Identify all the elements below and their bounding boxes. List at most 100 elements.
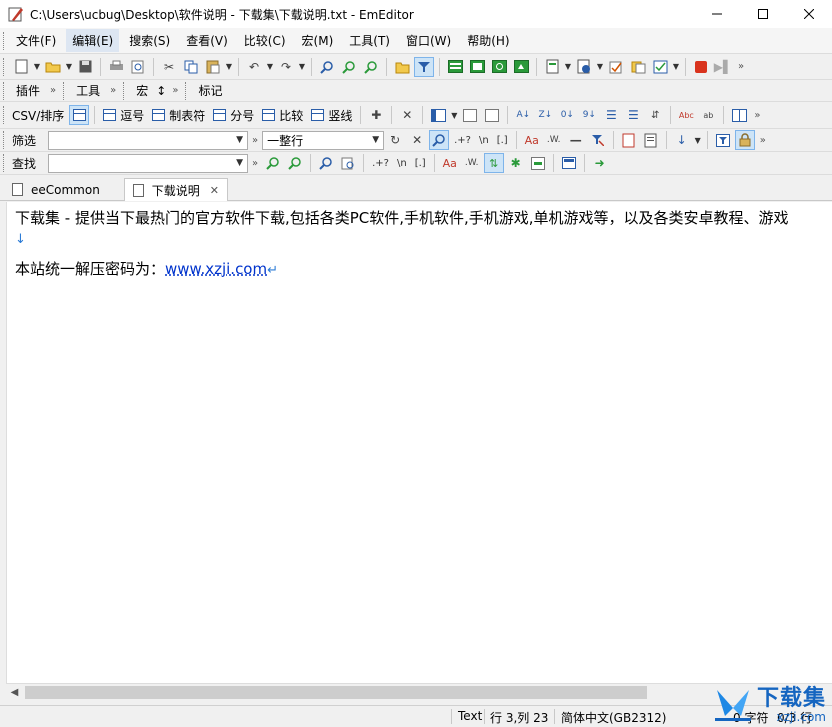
find-highlight-icon[interactable] <box>528 153 548 173</box>
csv-converter-icon[interactable]: ✚ <box>366 105 386 125</box>
find-whole-word-icon[interactable]: .W. <box>462 153 482 173</box>
cut-icon[interactable]: ✂ <box>159 57 179 77</box>
new-file-icon[interactable] <box>11 57 31 77</box>
csv-tab-button[interactable]: 制表符 <box>148 104 209 126</box>
column-tools-icon[interactable]: ✕ <box>397 105 417 125</box>
site-link[interactable]: www.xzji.com <box>165 260 267 278</box>
menu-tools[interactable]: 工具(T) <box>343 29 396 52</box>
toolbar-grip[interactable] <box>3 154 6 172</box>
run-macro-icon[interactable]: ▶▌ <box>713 57 733 77</box>
toolbar-grip[interactable] <box>3 106 6 124</box>
filter-input[interactable]: ▼ <box>48 130 248 150</box>
find-match-case-icon[interactable]: Aa <box>440 153 460 173</box>
spell-check-icon[interactable]: Abc <box>676 105 696 125</box>
find-bar-options-icon[interactable] <box>559 153 579 173</box>
menu-search[interactable]: 搜索(S) <box>123 29 176 52</box>
menu-view[interactable]: 查看(V) <box>180 29 234 52</box>
marks-label[interactable]: 标记 <box>192 82 228 99</box>
close-tab-icon[interactable]: ✕ <box>210 184 219 197</box>
advanced-filter-icon[interactable] <box>713 130 733 150</box>
minimize-button[interactable] <box>694 0 740 28</box>
undo-dropdown-icon[interactable]: ▼ <box>265 62 275 71</box>
word-count-icon[interactable]: ab <box>698 105 718 125</box>
filter-search-icon[interactable] <box>429 130 450 150</box>
customize-icon[interactable] <box>606 57 626 77</box>
toolbar-grip[interactable] <box>3 31 6 50</box>
insert-column-icon[interactable] <box>460 105 480 125</box>
match-case-icon[interactable]: Aa <box>522 130 542 150</box>
record-macro-icon[interactable] <box>691 57 711 77</box>
configuration-icon[interactable] <box>542 57 562 77</box>
menu-compare[interactable]: 比较(C) <box>238 29 292 52</box>
csv-pipe-button[interactable]: 竖线 <box>307 104 356 126</box>
find-in-files-button-icon[interactable] <box>338 153 358 173</box>
clear-filter-icon[interactable]: ✕ <box>407 130 427 150</box>
open-dropdown-icon[interactable]: ▼ <box>64 62 74 71</box>
lock-icon[interactable] <box>734 130 755 150</box>
arrow-dropdown-icon[interactable]: ▼ <box>693 136 703 145</box>
tab-eecommon[interactable]: eeCommon <box>4 178 108 201</box>
refresh-icon[interactable]: ↻ <box>385 130 405 150</box>
status-encoding[interactable]: 简体中文(GB2312) <box>561 709 666 726</box>
normal-mode-icon[interactable] <box>69 105 90 125</box>
tools-label[interactable]: 工具 <box>70 82 106 99</box>
menu-edit[interactable]: 编辑(E) <box>66 29 120 52</box>
filter-bar-overflow-icon[interactable]: » <box>756 135 770 146</box>
macros-manage-icon[interactable] <box>628 57 648 77</box>
clear-all-filters-icon[interactable] <box>588 130 608 150</box>
explorer-icon[interactable] <box>511 57 531 77</box>
chevron-down-icon[interactable]: ▼ <box>236 135 243 145</box>
maximize-button[interactable] <box>740 0 786 28</box>
regex-toggle[interactable]: .+? <box>450 135 475 146</box>
plugins-overflow-icon[interactable]: » <box>46 85 60 96</box>
find-brackets-toggle[interactable]: [.] <box>411 158 430 169</box>
find-next-icon[interactable] <box>339 57 359 77</box>
find-input[interactable]: ▼ <box>48 153 248 173</box>
filter-toggle-icon[interactable] <box>414 56 434 77</box>
find-wrap-icon[interactable]: ⇅ <box>483 153 504 173</box>
find-regex-toggle[interactable]: .+? <box>368 158 393 169</box>
sort-a-z-icon[interactable]: A↓ <box>513 105 533 125</box>
sort-z-a-icon[interactable]: Z↓ <box>535 105 555 125</box>
new-dropdown-icon[interactable]: ▼ <box>32 62 42 71</box>
split-window-icon[interactable] <box>729 105 749 125</box>
toolbar-grip[interactable] <box>3 131 6 149</box>
paste-dropdown-icon[interactable]: ▼ <box>224 62 234 71</box>
find-dialog-icon[interactable] <box>316 153 336 173</box>
reverse-icon[interactable]: ⇵ <box>645 105 665 125</box>
find-previous-icon[interactable] <box>361 57 381 77</box>
sync-icon[interactable] <box>489 57 509 77</box>
chevron-down-icon[interactable]: ▼ <box>372 135 379 145</box>
menu-help[interactable]: 帮助(H) <box>461 29 515 52</box>
status-position[interactable]: 行 3,列 23 <box>490 709 548 726</box>
open-folder-icon[interactable] <box>43 57 63 77</box>
plugins-label[interactable]: 插件 <box>10 82 46 99</box>
output-bar-icon[interactable] <box>445 57 465 77</box>
delete-column-icon[interactable] <box>482 105 502 125</box>
properties-dropdown-icon[interactable]: ▼ <box>595 62 605 71</box>
checkbox-list-icon[interactable] <box>650 57 670 77</box>
toolbar-grip[interactable] <box>3 81 6 100</box>
toolbar-overflow-icon[interactable]: » <box>734 61 748 72</box>
configuration-dropdown-icon[interactable]: ▼ <box>563 62 573 71</box>
redo-icon[interactable]: ↷ <box>276 57 296 77</box>
status-mode[interactable]: Text <box>458 709 482 723</box>
toolbar-grip[interactable] <box>63 81 66 100</box>
find-newline-toggle[interactable]: \n <box>393 158 411 169</box>
print-icon[interactable] <box>106 57 126 77</box>
bookmark-filter-icon[interactable] <box>619 130 639 150</box>
redo-dropdown-icon[interactable]: ▼ <box>297 62 307 71</box>
negative-icon[interactable]: — <box>566 130 586 150</box>
sort-9-0-icon[interactable]: 9↓ <box>579 105 599 125</box>
whole-word-icon[interactable]: .W. <box>544 130 564 150</box>
columns-icon[interactable] <box>428 105 448 125</box>
horizontal-scrollbar[interactable]: ◀ <box>6 683 832 700</box>
csv-semicolon-button[interactable]: 分号 <box>209 104 258 126</box>
find-in-files-icon[interactable] <box>392 57 412 77</box>
newline-toggle[interactable]: \n <box>475 135 493 146</box>
tools-overflow-icon[interactable]: » <box>106 85 120 96</box>
undo-icon[interactable]: ↶ <box>244 57 264 77</box>
close-button[interactable] <box>786 0 832 28</box>
outline-icon[interactable] <box>467 57 487 77</box>
columns-dropdown-icon[interactable]: ▼ <box>449 111 459 120</box>
